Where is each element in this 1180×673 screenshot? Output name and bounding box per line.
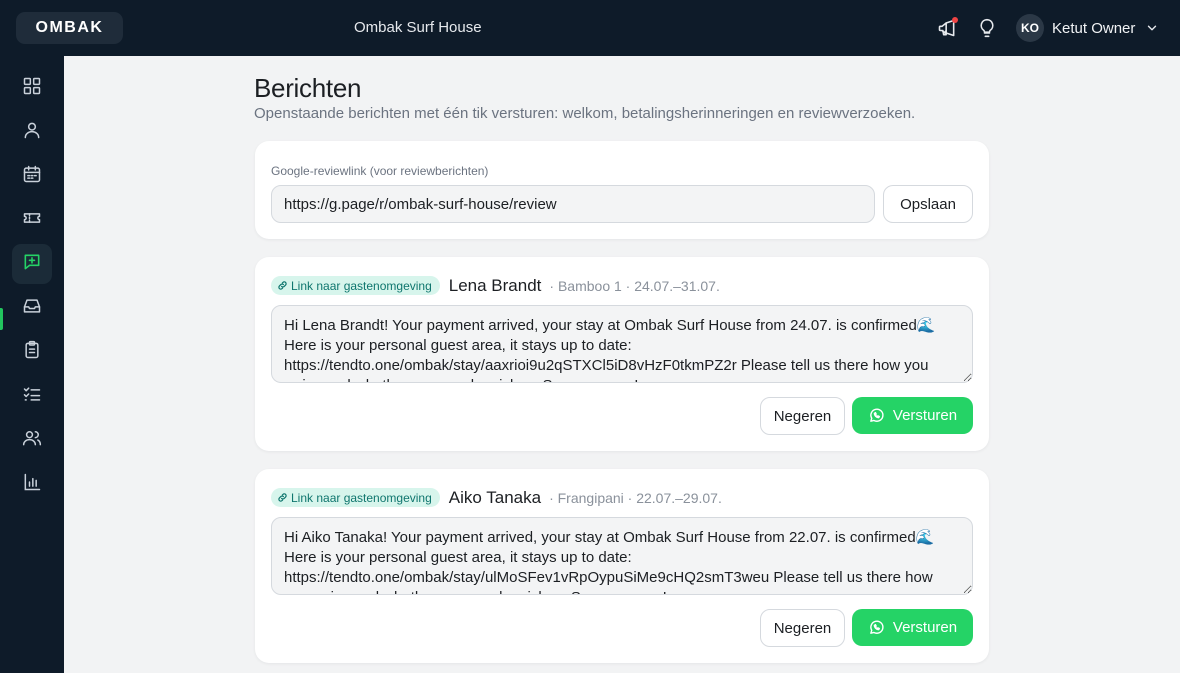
avatar: KO [1016,14,1044,42]
booking-meta: · Frangipani · 22.07.–29.07. [549,489,722,506]
nav-reports[interactable] [12,464,52,504]
bar-chart-icon [22,472,42,497]
send-button[interactable]: Versturen [852,397,973,434]
user-icon [22,120,42,145]
send-button-label: Versturen [892,407,958,424]
guest-area-link-label: Link naar gastenomgeving [291,278,432,293]
top-bar: OMBAK Ombak Surf House KO Ketut Owner [0,0,1180,56]
nav-dashboard[interactable] [12,68,52,108]
message-textarea[interactable]: Hi Aiko Tanaka! Your payment arrived, yo… [271,517,973,595]
page-title: Berichten [254,73,362,103]
ticket-icon [22,208,42,233]
sidebar [0,56,64,673]
megaphone-icon[interactable] [935,16,959,40]
nav-inbox[interactable] [12,288,52,328]
page-subtitle: Openstaande berichten met één tik verstu… [254,105,916,122]
guest-area-link-label: Link naar gastenomgeving [291,490,432,505]
save-button[interactable]: Opslaan [883,185,973,223]
nav-tickets[interactable] [12,200,52,240]
inbox-icon [22,296,42,321]
property-name: Ombak Surf House [354,19,482,36]
review-link-label: Google-reviewlink (voor reviewberichten) [271,164,489,178]
checklist-icon [22,384,42,409]
link-icon [277,492,288,503]
user-name: Ketut Owner [1052,19,1136,37]
nav-profile[interactable] [12,112,52,152]
nav-tasks[interactable] [12,376,52,416]
message-header: Link naar gastenomgeving Lena Brandt · B… [271,275,720,296]
calendar-icon [22,164,42,189]
message-card: Link naar gastenomgeving Lena Brandt · B… [255,257,989,451]
message-card: Link naar gastenomgeving Aiko Tanaka · F… [255,469,989,663]
message-plus-icon [22,252,42,277]
guest-area-link[interactable]: Link naar gastenomgeving [271,276,440,295]
ignore-button[interactable]: Negeren [760,609,845,647]
chevron-down-icon [1145,21,1159,35]
user-menu[interactable]: KO Ketut Owner [1016,13,1159,43]
nav-messages[interactable] [12,244,52,284]
message-textarea[interactable]: Hi Lena Brandt! Your payment arrived, yo… [271,305,973,383]
nav-team[interactable] [12,420,52,460]
send-button[interactable]: Versturen [852,609,973,646]
booking-meta: · Bamboo 1 · 24.07.–31.07. [549,277,720,294]
active-nav-indicator [0,308,3,330]
review-link-card: Google-reviewlink (voor reviewberichten)… [255,141,989,239]
nav-clipboard[interactable] [12,332,52,372]
nav-calendar[interactable] [12,156,52,196]
users-icon [22,428,42,453]
dashboard-grid-icon [22,76,42,101]
whatsapp-icon [868,619,885,636]
notification-dot [952,17,958,23]
review-link-input[interactable] [271,185,875,223]
send-button-label: Versturen [892,619,958,636]
ignore-button[interactable]: Negeren [760,397,845,435]
message-header: Link naar gastenomgeving Aiko Tanaka · F… [271,487,722,508]
link-icon [277,280,288,291]
whatsapp-icon [868,407,885,424]
guest-name: Aiko Tanaka [448,487,542,507]
clipboard-icon [22,340,42,365]
main-content: Berichten Openstaande berichten met één … [64,56,1180,673]
guest-area-link[interactable]: Link naar gastenomgeving [271,488,440,507]
guest-name: Lena Brandt [448,275,542,295]
lightbulb-icon[interactable] [975,16,999,40]
app-logo[interactable]: OMBAK [16,12,123,44]
